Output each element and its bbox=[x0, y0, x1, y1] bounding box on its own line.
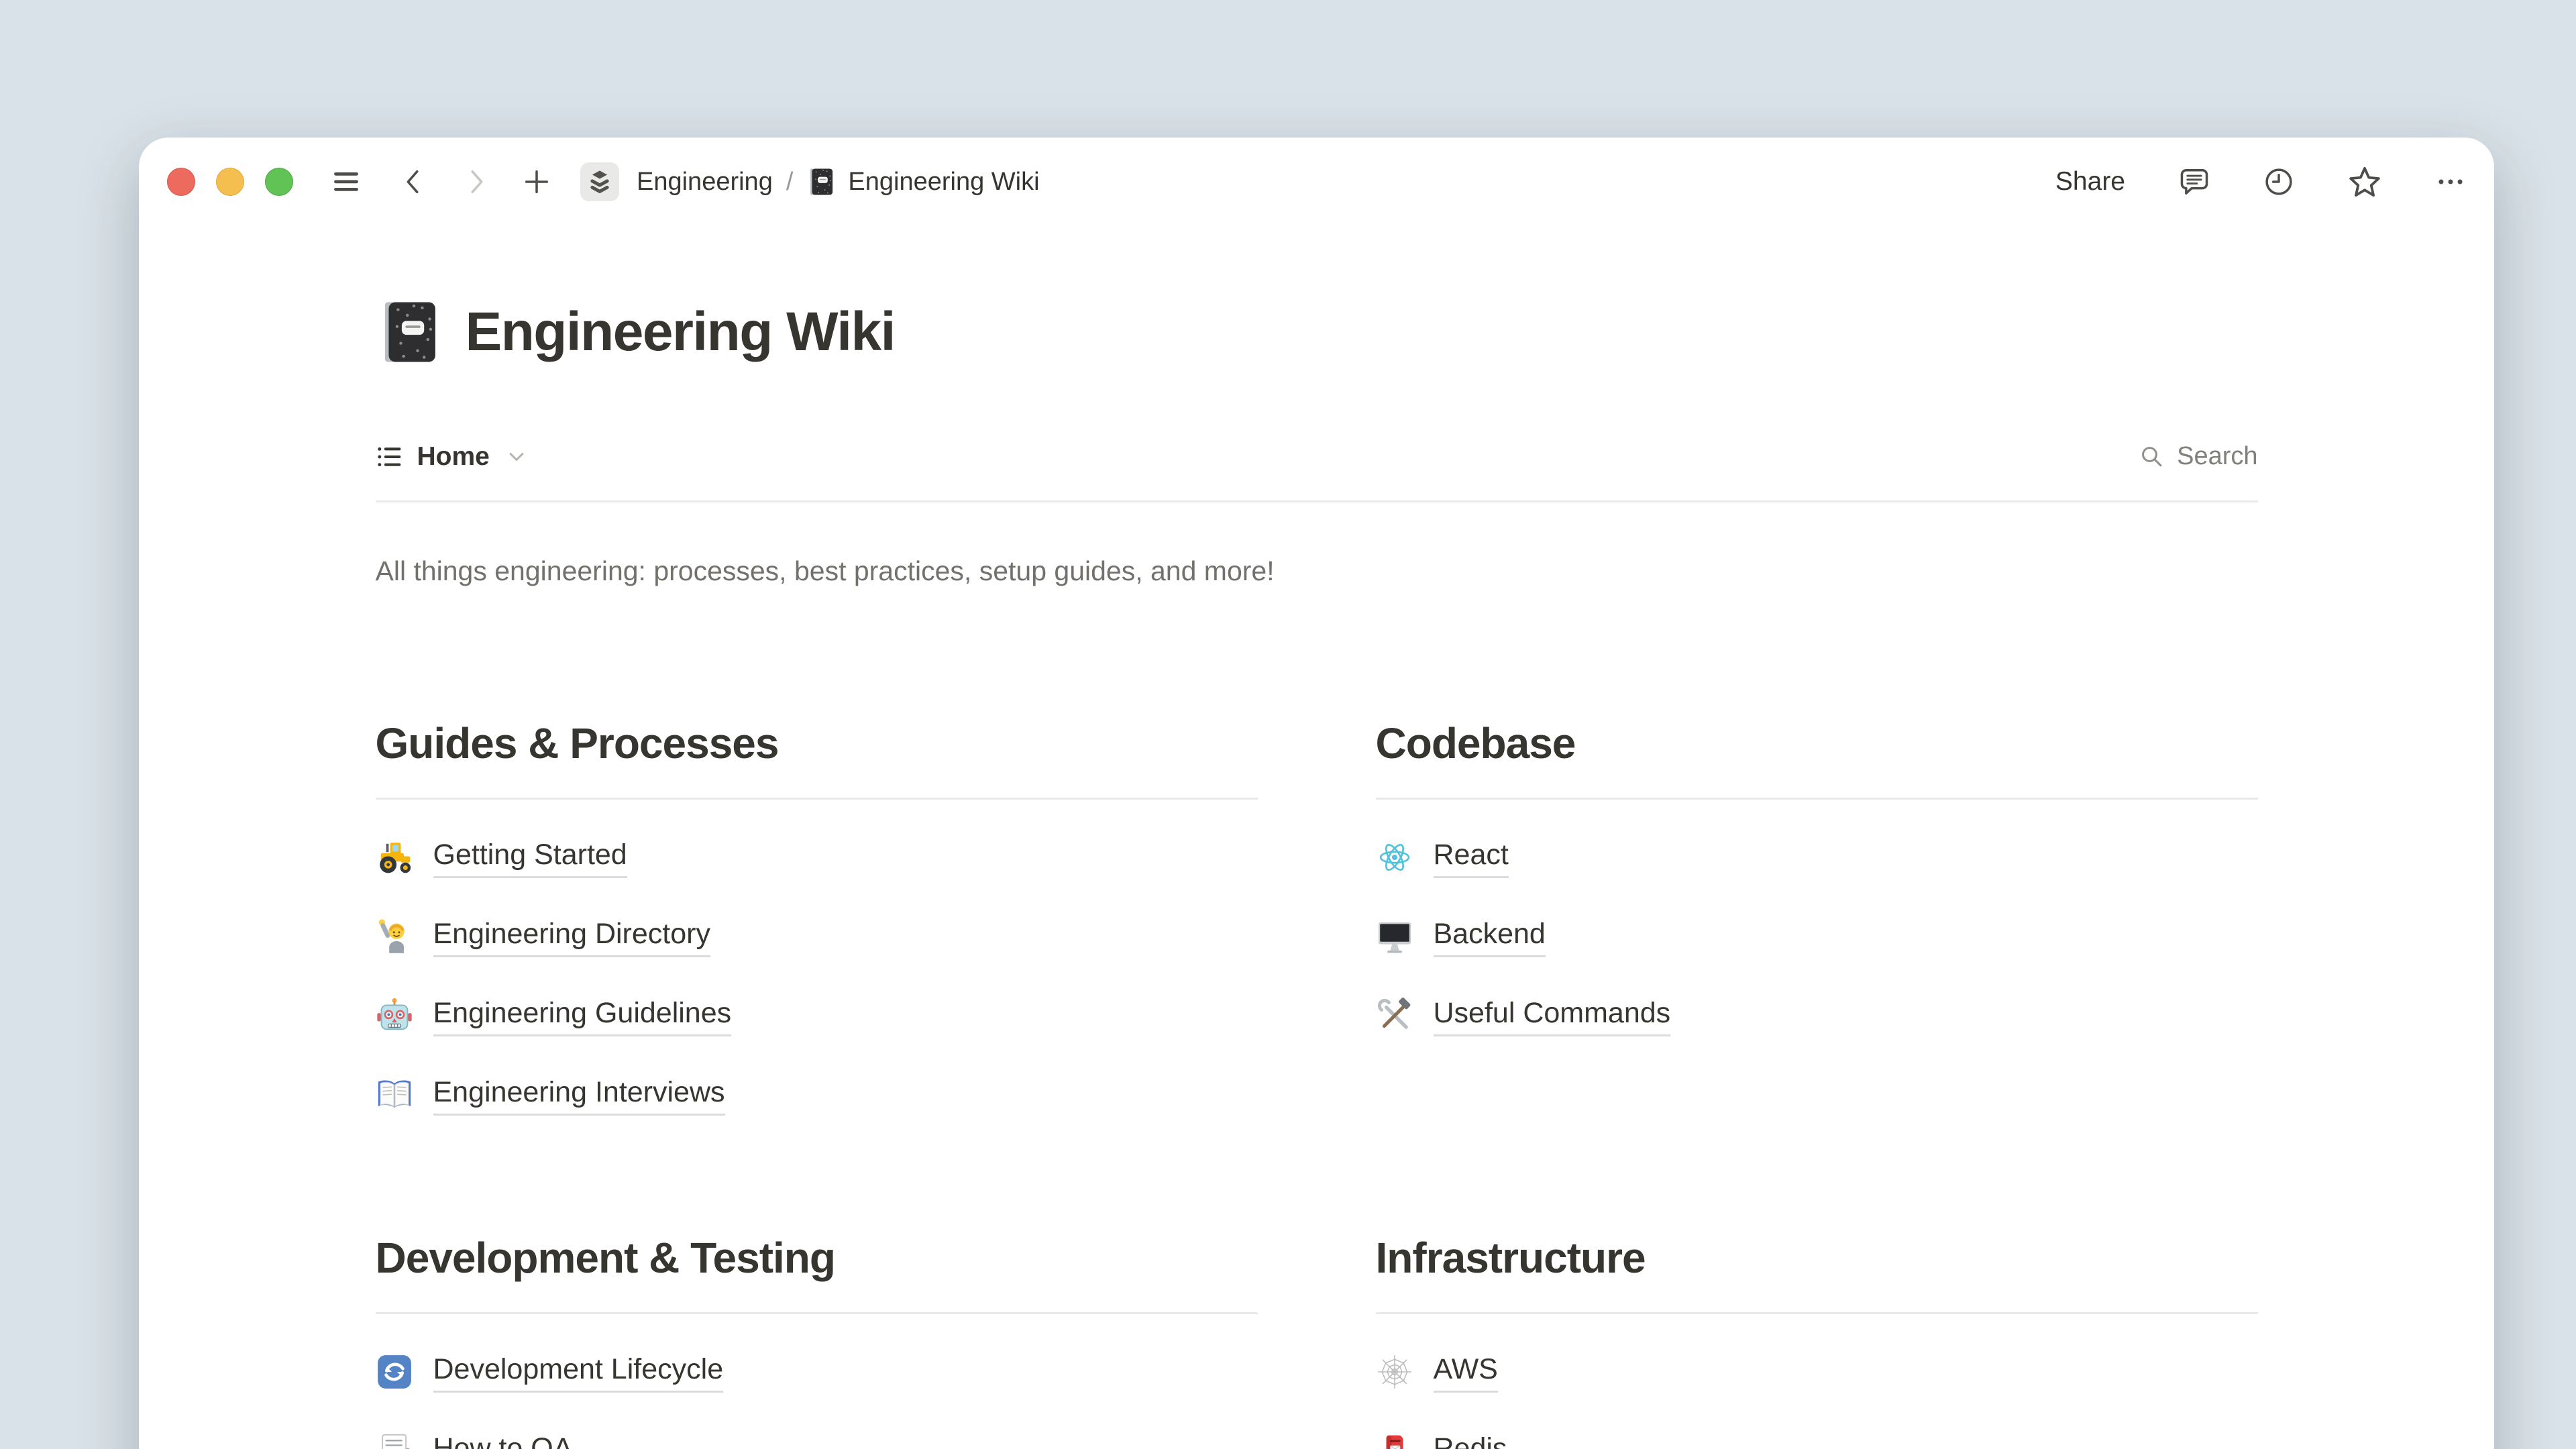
wiki-section: Guides & Processes Getting Started Engin… bbox=[376, 717, 1258, 1142]
page-content: Engineering Wiki Home Search All things … bbox=[376, 299, 2258, 1449]
section-title: Infrastructure bbox=[1376, 1232, 2258, 1314]
topbar: Engineering / Engineering Wiki Share bbox=[139, 138, 2494, 226]
memo-icon bbox=[376, 1432, 413, 1449]
notebook-icon[interactable] bbox=[376, 299, 443, 366]
page-link[interactable]: Redis bbox=[1376, 1419, 2258, 1449]
page-link-label: AWS bbox=[1434, 1352, 1498, 1393]
share-button[interactable]: Share bbox=[2055, 167, 2125, 197]
updates-button[interactable] bbox=[2263, 166, 2294, 197]
page-link-label: React bbox=[1434, 837, 1509, 878]
comment-icon bbox=[2179, 166, 2210, 197]
wiki-section: Codebase React Backend Useful Commands bbox=[1376, 717, 2258, 1142]
page-link[interactable]: Getting Started bbox=[376, 825, 1258, 890]
page-link[interactable]: Engineering Guidelines bbox=[376, 983, 1258, 1048]
teamspace-stack-icon bbox=[586, 168, 613, 195]
page-link-label: Engineering Directory bbox=[433, 916, 710, 957]
notebook-icon bbox=[806, 167, 836, 197]
traffic-lights bbox=[167, 168, 293, 196]
nav-back-button[interactable] bbox=[398, 166, 429, 197]
open-book-icon bbox=[376, 1076, 413, 1114]
page-link-label: Engineering Interviews bbox=[433, 1075, 725, 1116]
page-link[interactable]: Backend bbox=[1376, 904, 2258, 969]
breadcrumb-separator: / bbox=[786, 168, 794, 197]
comments-button[interactable] bbox=[2179, 166, 2210, 197]
page-link[interactable]: Useful Commands bbox=[1376, 983, 2258, 1048]
page-link-label: Getting Started bbox=[433, 837, 627, 878]
hamburger-menu-icon bbox=[331, 166, 362, 197]
view-tabs-row: Home Search bbox=[376, 413, 2258, 502]
chevron-left-icon bbox=[398, 166, 429, 197]
page-link-label: How to QA bbox=[433, 1431, 573, 1449]
plus-icon bbox=[521, 166, 552, 197]
hammer-wrench-icon bbox=[1376, 997, 1413, 1034]
wiki-section: Development & Testing Development Lifecy… bbox=[376, 1232, 1258, 1449]
chevron-down-icon bbox=[506, 446, 527, 468]
person-raising-hand-icon bbox=[376, 918, 413, 955]
postbox-icon bbox=[1376, 1432, 1413, 1449]
search-icon bbox=[2138, 443, 2166, 471]
list-view-icon bbox=[376, 443, 404, 471]
app-window: Engineering / Engineering Wiki Share Eng… bbox=[139, 138, 2494, 1449]
close-window-button[interactable] bbox=[167, 168, 195, 196]
search-label: Search bbox=[2177, 442, 2257, 471]
chevron-right-icon bbox=[461, 166, 492, 197]
zoom-window-button[interactable] bbox=[265, 168, 293, 196]
robot-icon bbox=[376, 997, 413, 1034]
section-title: Development & Testing bbox=[376, 1232, 1258, 1314]
teamspace-icon-chip[interactable] bbox=[580, 162, 619, 201]
page-link-label: Useful Commands bbox=[1434, 996, 1671, 1036]
more-options-button[interactable] bbox=[2435, 166, 2466, 197]
page-link[interactable]: Engineering Directory bbox=[376, 904, 1258, 969]
page-title[interactable]: Engineering Wiki bbox=[466, 299, 895, 365]
page-link[interactable]: React bbox=[1376, 825, 2258, 890]
ellipsis-icon bbox=[2435, 166, 2466, 197]
section-list: Development Lifecycle How to QA bbox=[376, 1314, 1258, 1449]
page-link[interactable]: Engineering Interviews bbox=[376, 1063, 1258, 1127]
page-link-label: Backend bbox=[1434, 916, 1546, 957]
page-link[interactable]: AWS bbox=[1376, 1340, 2258, 1404]
section-list: AWS Redis bbox=[1376, 1314, 2258, 1449]
search-button[interactable]: Search bbox=[2138, 442, 2257, 471]
section-list: React Backend Useful Commands bbox=[1376, 800, 2258, 1048]
section-title: Guides & Processes bbox=[376, 717, 1258, 800]
section-title: Codebase bbox=[1376, 717, 2258, 800]
breadcrumb-item-engineering[interactable]: Engineering bbox=[637, 168, 773, 197]
wiki-section: Infrastructure AWS Redis bbox=[1376, 1232, 2258, 1449]
section-list: Getting Started Engineering Directory En… bbox=[376, 800, 1258, 1127]
page-link-label: Engineering Guidelines bbox=[433, 996, 732, 1036]
new-page-button[interactable] bbox=[521, 166, 552, 197]
sidebar-menu-button[interactable] bbox=[331, 166, 362, 197]
star-icon bbox=[2348, 165, 2381, 199]
page-title-row: Engineering Wiki bbox=[376, 299, 2258, 366]
spider-web-icon bbox=[1376, 1353, 1413, 1391]
minimize-window-button[interactable] bbox=[216, 168, 244, 196]
tractor-icon bbox=[376, 839, 413, 876]
breadcrumb: Engineering / Engineering Wiki bbox=[637, 167, 1040, 197]
arrows-cycle-icon bbox=[376, 1353, 413, 1391]
breadcrumb-item-engineering-wiki[interactable]: Engineering Wiki bbox=[848, 168, 1039, 197]
page-link[interactable]: How to QA bbox=[376, 1419, 1258, 1449]
view-tab-label: Home bbox=[417, 442, 490, 472]
react-icon bbox=[1376, 839, 1413, 876]
desktop-computer-icon bbox=[1376, 918, 1413, 955]
page-description[interactable]: All things engineering: processes, best … bbox=[376, 551, 2258, 591]
page-link[interactable]: Development Lifecycle bbox=[376, 1340, 1258, 1404]
page-link-label: Redis bbox=[1434, 1431, 1507, 1449]
page-link-label: Development Lifecycle bbox=[433, 1352, 724, 1393]
topbar-actions: Share bbox=[2055, 165, 2466, 199]
favorite-button[interactable] bbox=[2348, 165, 2381, 199]
nav-forward-button[interactable] bbox=[461, 166, 492, 197]
tab-home[interactable]: Home bbox=[376, 442, 527, 472]
clock-icon bbox=[2263, 166, 2294, 197]
sections-grid: Guides & Processes Getting Started Engin… bbox=[376, 717, 2258, 1449]
